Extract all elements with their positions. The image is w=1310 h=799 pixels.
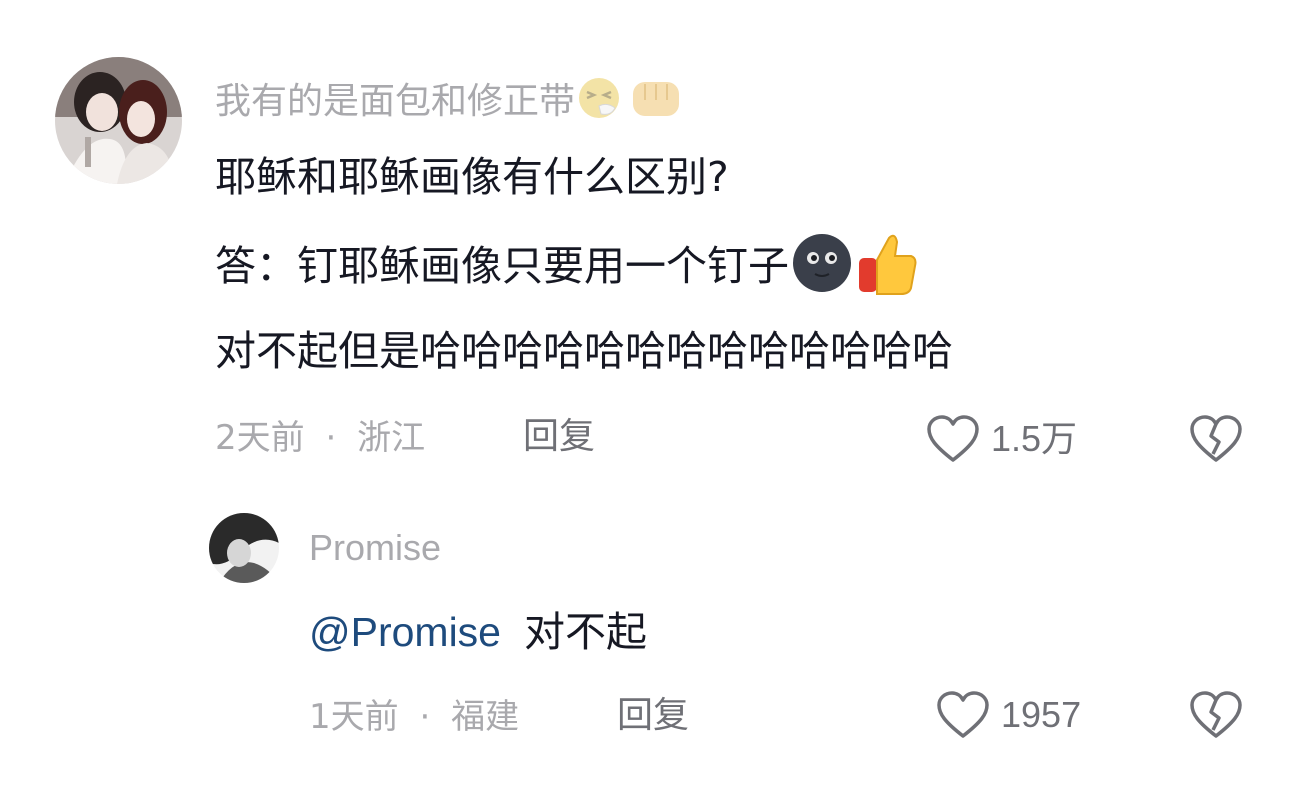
like-button[interactable]: 1957	[935, 690, 1081, 740]
meta-separator: ·	[325, 418, 337, 458]
reply-location: 福建	[451, 697, 520, 737]
new-moon-face-emoji-icon	[791, 232, 853, 301]
commenter-username[interactable]: 我有的是面包和修正带	[215, 76, 683, 127]
reply-meta: 1天前 · 福建	[309, 700, 519, 734]
broken-heart-icon	[1190, 415, 1242, 462]
comment-time: 2天前	[215, 418, 305, 458]
thumbs-up-emoji-icon	[857, 230, 919, 303]
like-count: 1.5万	[991, 418, 1078, 459]
reply-button[interactable]: 回复	[617, 698, 689, 734]
reply-button[interactable]: 回复	[523, 419, 595, 455]
comment-text-line-1: 耶稣和耶稣画像有什么区别?	[215, 157, 729, 198]
like-button[interactable]: 1.5万	[925, 414, 1077, 464]
comment-line-text: 答：钉耶稣画像只要用一个钉子	[215, 242, 789, 290]
meta-separator: ·	[419, 697, 431, 737]
comment-text-line-3: 对不起但是哈哈哈哈哈哈哈哈哈哈哈哈哈	[215, 331, 953, 372]
username-text: 我有的是面包和修正带	[215, 80, 576, 122]
dislike-button[interactable]	[1188, 690, 1244, 744]
comment-text-line-2: 答：钉耶稣画像只要用一个钉子	[215, 230, 919, 303]
comment-location: 浙江	[357, 418, 426, 458]
mention-link[interactable]: @Promise	[309, 609, 501, 655]
heart-icon	[937, 691, 989, 738]
comment-line-text: 对不起但是哈哈哈哈哈哈哈哈哈哈哈哈哈	[215, 327, 953, 375]
broken-heart-icon	[1190, 691, 1242, 738]
comment-meta: 2天前 · 浙江	[215, 421, 425, 455]
dislike-button[interactable]	[1188, 414, 1244, 468]
avatar-photo	[209, 513, 279, 583]
like-count: 1957	[1001, 694, 1082, 735]
comment-line-text: 耶稣和耶稣画像有什么区别?	[215, 153, 729, 201]
commenter-avatar[interactable]	[55, 57, 182, 184]
fist-emoji-icon	[629, 76, 683, 127]
reply-time: 1天前	[309, 697, 399, 737]
reply-avatar[interactable]	[209, 513, 279, 583]
reply-text: @Promise 对不起	[309, 612, 647, 653]
heart-icon	[927, 415, 979, 462]
reply-username[interactable]: Promise	[309, 530, 441, 566]
reply-body: 对不起	[524, 608, 648, 656]
sneezing-face-emoji-icon	[577, 76, 625, 127]
avatar-photo	[55, 57, 182, 184]
